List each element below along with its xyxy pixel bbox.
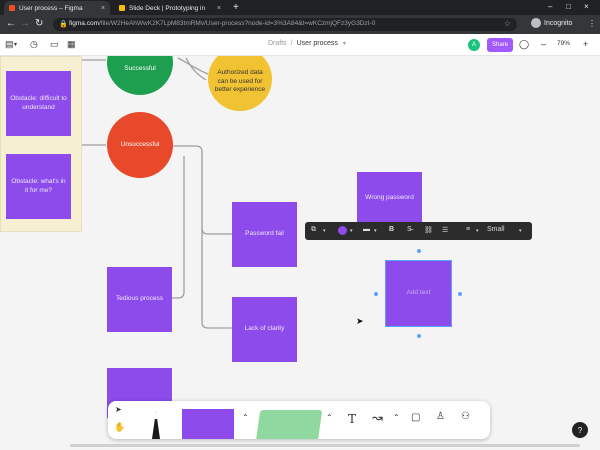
new-tab-icon[interactable]: + <box>233 2 239 13</box>
circle-label: Unsuccessful <box>120 140 160 148</box>
chevron-down-icon[interactable]: ▾ <box>350 228 353 234</box>
help-button[interactable]: ? <box>572 422 588 438</box>
text-tool-icon[interactable]: T <box>348 412 356 426</box>
chat-icon[interactable]: ◯ <box>519 39 529 50</box>
slides-favicon-icon <box>119 5 125 11</box>
shape-icon[interactable]: ⧉ <box>311 226 316 234</box>
mouse-cursor-icon: ➤ <box>356 316 364 326</box>
window-close-icon[interactable]: × <box>584 2 589 11</box>
timer-icon[interactable]: ◷ <box>30 39 38 50</box>
align-icon[interactable]: ≡ <box>466 226 470 233</box>
section-tool-icon[interactable]: ▢ <box>411 412 420 423</box>
circle-unsuccessful[interactable]: Unsuccessful <box>107 112 173 178</box>
breadcrumb-drafts[interactable]: Drafts <box>268 40 287 47</box>
selection-handle-right[interactable] <box>458 292 462 296</box>
sticky-add-text-selected[interactable]: Add text <box>385 260 452 327</box>
link-icon[interactable]: ⛓ <box>424 226 433 234</box>
browser-address-bar: ← → ↻ 🔒 figma.com/file/W2HeAhWwK2K7LpM83… <box>0 15 600 34</box>
avatar[interactable]: A <box>468 39 480 51</box>
tab-slide-deck[interactable]: Slide Deck | Prototyping in × <box>114 1 226 15</box>
font-size-select[interactable]: Small <box>487 226 505 233</box>
chevron-up-icon[interactable]: ⌃ <box>326 413 333 422</box>
sticky-note-tool[interactable] <box>182 409 234 439</box>
breadcrumb: Drafts / User process ▾ <box>268 40 346 47</box>
hand-tool-icon[interactable]: ✋ <box>114 422 125 433</box>
more-tools-icon[interactable]: ⚇ <box>461 411 470 422</box>
strikethrough-icon[interactable]: S̶ <box>407 226 412 233</box>
incognito-indicator[interactable]: Incognito <box>531 18 572 28</box>
layout-icon[interactable]: ▦ <box>67 39 76 50</box>
url-field[interactable]: 🔒 figma.com/file/W2HeAhWwK2K7LpM83tmRMv/… <box>53 18 517 31</box>
zoom-out-icon[interactable]: – <box>541 39 546 49</box>
circle-label: Successful <box>124 65 156 73</box>
color-swatch[interactable] <box>338 226 347 235</box>
minimize-icon[interactable]: – <box>548 2 552 11</box>
zoom-in-icon[interactable]: + <box>583 39 588 49</box>
sticky-lack-of-clarity[interactable]: Lack of clarity <box>232 297 297 362</box>
selection-handle-top[interactable] <box>417 249 421 253</box>
figma-favicon-icon <box>9 5 15 11</box>
sticky-password-fail[interactable]: Password fail <box>232 202 297 267</box>
sticky-wrong-password[interactable]: Wrong password <box>357 172 422 224</box>
border-style-icon[interactable]: ▬ <box>363 226 370 233</box>
format-toolbar: ⧉ ▾ ▾ ▬ ▾ B S̶ ⛓ ☰ ≡ ▾ Small ▾ <box>305 222 532 240</box>
browser-tab-bar: User process – Figma × Slide Deck | Prot… <box>0 0 600 15</box>
zoom-level[interactable]: 79% <box>557 40 570 47</box>
connector-lines <box>82 57 232 329</box>
incognito-label: Incognito <box>544 19 573 27</box>
select-tool-icon[interactable]: ➤ <box>115 405 122 414</box>
chevron-down-icon[interactable]: ▾ <box>323 228 326 234</box>
sticky-obstacle-difficult[interactable]: Obstacle: difficult to understand <box>6 71 71 136</box>
tab-title: User process – Figma <box>19 4 83 12</box>
chevron-up-icon[interactable]: ⌃ <box>393 413 400 422</box>
marker-icon <box>152 411 160 439</box>
incognito-icon <box>531 18 541 28</box>
close-icon[interactable]: × <box>101 5 105 12</box>
connector-tool-icon[interactable]: ↝ <box>372 410 383 426</box>
tab-user-process[interactable]: User process – Figma × <box>4 1 110 15</box>
bold-icon[interactable]: B <box>389 226 394 233</box>
lock-icon: 🔒 <box>59 21 68 28</box>
main-menu-icon[interactable]: ▤ <box>5 39 14 50</box>
horizontal-scrollbar[interactable] <box>70 444 580 447</box>
back-icon[interactable]: ← <box>6 18 16 29</box>
forward-icon[interactable]: → <box>20 18 30 29</box>
circle-label: Authorized data can be used for better e… <box>214 68 266 94</box>
chevron-down-icon[interactable]: ▾ <box>374 228 377 234</box>
figma-toolbar: ▤ ▾ ◷ ▭ ▦ Drafts / User process ▾ A Share … <box>0 34 600 56</box>
share-button[interactable]: Share <box>487 38 513 52</box>
maximize-icon[interactable]: □ <box>566 2 571 11</box>
chevron-up-icon[interactable]: ⌃ <box>242 413 249 422</box>
close-icon[interactable]: × <box>217 5 221 12</box>
chevron-down-icon[interactable]: ▾ <box>343 41 346 47</box>
sticky-obstacle-whats-in-it[interactable]: Obstacle: what's in it for me? <box>6 154 71 219</box>
reload-icon[interactable]: ↻ <box>35 18 43 29</box>
tool-dock: ➤ ✋ ⌃ ⌃ T ↝ ⌃ ▢ ♙ ⚇ <box>108 401 490 439</box>
chevron-down-icon[interactable]: ▾ <box>476 228 479 234</box>
file-name[interactable]: User process <box>297 40 338 47</box>
url-text: figma.com/file/W2HeAhWwK2K7LpM83tmRMv/Us… <box>69 20 376 27</box>
selection-handle-bottom[interactable] <box>417 334 421 338</box>
comment-icon[interactable]: ▭ <box>50 39 59 50</box>
chevron-down-icon[interactable]: ▾ <box>14 41 17 48</box>
chevron-down-icon[interactable]: ▾ <box>519 228 522 234</box>
sticky-tedious-process[interactable]: Tedious process <box>107 267 172 332</box>
stamp-tool-icon[interactable]: ♙ <box>436 411 445 422</box>
browser-menu-icon[interactable]: ⋮ <box>588 19 596 28</box>
list-icon[interactable]: ☰ <box>442 226 448 234</box>
bookmark-star-icon[interactable]: ☆ <box>504 19 511 28</box>
tab-title: Slide Deck | Prototyping in <box>129 4 206 12</box>
selection-handle-left[interactable] <box>374 292 378 296</box>
shape-tool[interactable] <box>255 410 323 439</box>
marker-tool[interactable] <box>136 405 174 439</box>
figjam-canvas[interactable]: Obstacle: difficult to understand Obstac… <box>0 56 600 450</box>
